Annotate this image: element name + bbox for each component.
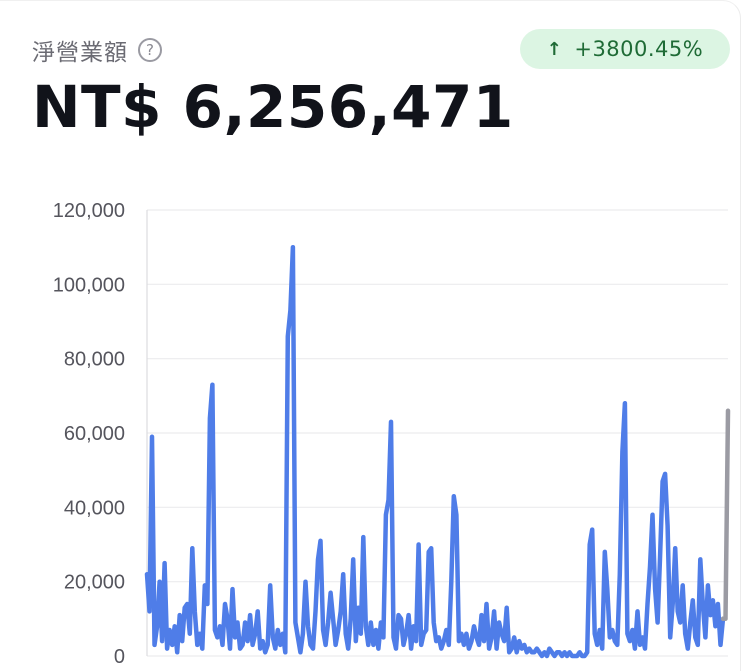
y-tick-label: 80,000 [64,349,125,371]
net-revenue-card: 淨營業額 ? ↑ +3800.45% NT$ 6,256,471 0 20,000… [0,0,741,671]
y-tick-label: 100,000 [53,274,125,296]
y-tick-label: 40,000 [64,497,125,519]
y-tick-label: 60,000 [64,423,125,445]
y-tick-label: 20,000 [64,572,125,594]
y-tick-label: 0 [114,646,125,668]
revenue-line-chart: 0 20,000 40,000 60,000 80,000 100,000 120,000 [53,200,731,668]
y-tick-label: 120,000 [53,200,125,222]
revenue-series-line [144,244,726,659]
revenue-partial-period-line [720,408,731,622]
